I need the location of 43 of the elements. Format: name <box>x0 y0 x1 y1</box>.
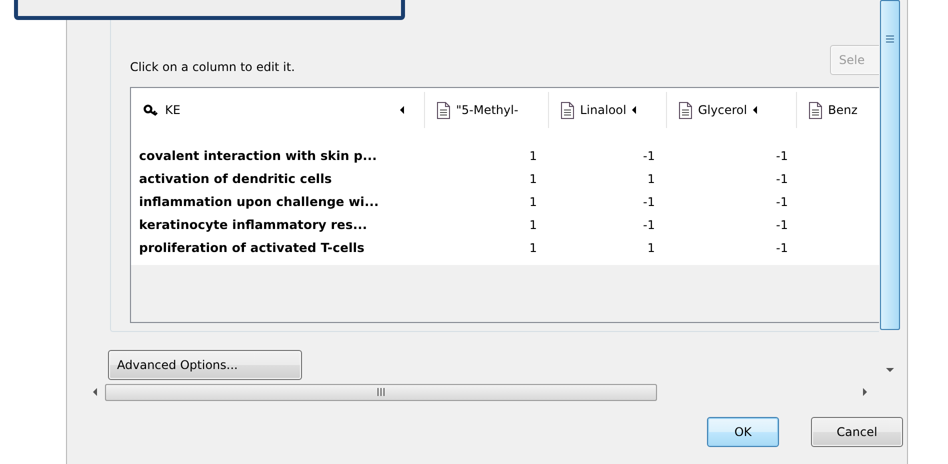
column-header[interactable]: Glycerol <box>667 92 797 128</box>
document-icon <box>679 102 692 118</box>
column-header[interactable]: "5-Methyl- <box>425 92 549 128</box>
scroll-thumb[interactable] <box>880 0 900 330</box>
table-cell-text: keratinocyte inflammatory res... <box>138 217 368 232</box>
sort-arrow-icon[interactable] <box>400 106 404 114</box>
table-cell-text: -1 <box>775 148 789 162</box>
advanced-options-button[interactable]: Advanced Options... <box>108 350 302 380</box>
table-cell-text: proliferation of activated T-cells <box>138 240 366 255</box>
table-cell-text: 1 <box>528 148 538 162</box>
table-cell-text: 1 <box>528 194 538 208</box>
document-icon <box>561 102 574 118</box>
sort-arrow-icon[interactable] <box>632 106 636 114</box>
table-cell-text: covalent interaction with skin p... <box>138 148 378 163</box>
key-icon <box>143 104 159 116</box>
table-cell-text: -1 <box>775 194 789 208</box>
scroll-down-icon[interactable] <box>886 368 894 372</box>
table-cell-text: 1 <box>528 240 538 254</box>
table-cell-text: -1 <box>775 240 789 254</box>
table-cell-text: -1 <box>642 194 656 208</box>
ok-button[interactable]: OK <box>707 417 779 447</box>
grip-icon <box>886 35 894 43</box>
table-cell-text: inflammation upon challenge wi... <box>138 194 380 209</box>
table-cell-text: -1 <box>775 218 789 232</box>
scroll-thumb[interactable] <box>105 384 657 400</box>
table-cell-text: 1 <box>646 240 656 254</box>
table-cell-text: 1 <box>528 172 538 186</box>
column-header[interactable]: Linalool <box>549 92 667 128</box>
scroll-left-icon[interactable] <box>93 388 97 396</box>
column-header[interactable]: KE <box>131 92 425 128</box>
table-cell-text: -1 <box>775 172 789 186</box>
table-cell-text: 1 <box>528 218 538 232</box>
instruction-text: Click on a column to edit it. <box>130 60 295 74</box>
table-cell-text: -1 <box>642 148 656 162</box>
table-cell-text: -1 <box>642 218 656 232</box>
table-cell-text: activation of dendritic cells <box>138 171 333 186</box>
document-icon <box>809 102 822 118</box>
document-icon <box>437 102 450 118</box>
cancel-button[interactable]: Cancel <box>811 417 903 447</box>
grip-icon <box>377 388 385 396</box>
sort-arrow-icon[interactable] <box>753 106 758 114</box>
scroll-right-icon[interactable] <box>863 388 867 396</box>
table-cell-text: 1 <box>646 172 656 186</box>
